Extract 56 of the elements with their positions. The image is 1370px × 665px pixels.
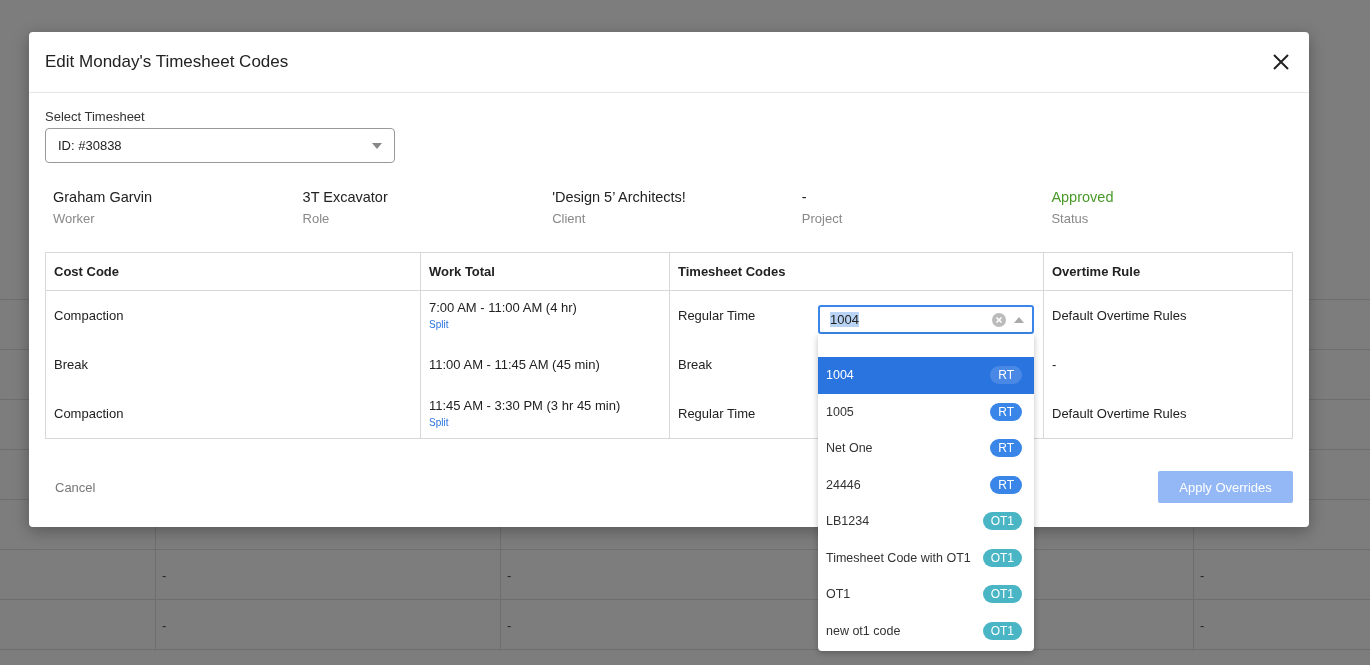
table-cell: Compaction bbox=[54, 308, 124, 323]
code-select[interactable]: 1004 bbox=[818, 305, 1034, 334]
table-cell: - bbox=[155, 600, 500, 651]
table-cell-text: 7:00 AM - 11:00 AM (4 hr) bbox=[429, 300, 578, 315]
column-header: Timesheet Codes bbox=[669, 252, 1044, 291]
detail-value: Graham Garvin bbox=[53, 189, 154, 205]
detail-label: Worker bbox=[53, 211, 96, 226]
code-tag: RT bbox=[990, 439, 1022, 458]
detail-label: Client bbox=[552, 211, 587, 226]
table-cell: Break bbox=[54, 357, 88, 372]
code-tag: RT bbox=[990, 475, 1022, 494]
dialog-title: Edit Monday's Timesheet Codes bbox=[45, 52, 289, 72]
table-cell: Default Overtime Rules bbox=[1052, 406, 1187, 421]
detail-value: 'Design 5’ Architects! bbox=[552, 189, 687, 205]
cancel-button[interactable]: Cancel bbox=[55, 479, 96, 495]
table-cell-text: 11:00 AM - 11:45 AM (45 min) bbox=[429, 357, 601, 372]
table-cell: - bbox=[1193, 600, 1370, 651]
dropdown-option[interactable]: 24446 RT bbox=[818, 466, 1034, 503]
code-tag: RT bbox=[990, 366, 1022, 385]
column-header: Work Total bbox=[420, 252, 670, 291]
table-cell: Compaction bbox=[54, 406, 124, 421]
code-tag: OT1 bbox=[982, 512, 1022, 531]
caret-icon bbox=[372, 142, 382, 149]
split-link[interactable]: Split bbox=[429, 417, 449, 428]
dropdown-option[interactable]: Timesheet Code with OT1 OT1 bbox=[818, 539, 1034, 576]
code-tag: OT1 bbox=[982, 548, 1022, 567]
caret-icon bbox=[1014, 316, 1024, 323]
table-cell: - bbox=[1052, 357, 1057, 372]
column-header: Cost Code bbox=[45, 252, 421, 291]
close-icon[interactable] bbox=[1273, 54, 1289, 70]
dropdown-option[interactable]: 1005 RT bbox=[818, 393, 1034, 430]
dropdown-option[interactable]: 1004 RT bbox=[818, 357, 1034, 394]
detail-value: Approved bbox=[1051, 189, 1115, 205]
table-cell-text: 11:45 AM - 3:30 PM (3 hr 45 min) bbox=[429, 398, 622, 413]
code-tag: RT bbox=[990, 402, 1022, 421]
code-tag: OT1 bbox=[982, 585, 1022, 604]
detail-label: Project bbox=[801, 211, 844, 226]
dropdown-option[interactable]: OT1 OT1 bbox=[818, 576, 1034, 613]
detail-label: Role bbox=[302, 211, 331, 226]
detail-label: Status bbox=[1051, 211, 1090, 226]
dropdown-option[interactable]: Net One RT bbox=[818, 430, 1034, 467]
column-header: Overtime Rule bbox=[1043, 252, 1293, 291]
table-cell: Break bbox=[678, 357, 712, 372]
table-cell: Default Overtime Rules bbox=[1052, 308, 1187, 323]
field-label: Select Timesheet bbox=[45, 109, 146, 124]
detail-value: - bbox=[801, 189, 808, 205]
table-cell: Regular Time bbox=[678, 308, 756, 323]
detail-value: 3T Excavator bbox=[302, 189, 389, 205]
code-tag: OT1 bbox=[982, 621, 1022, 640]
table-cell: - bbox=[155, 550, 500, 601]
split-link[interactable]: Split bbox=[429, 319, 449, 330]
table-cell: Regular Time bbox=[678, 406, 756, 421]
table-cell: - bbox=[1193, 550, 1370, 601]
dropdown-option[interactable]: new ot1 code OT1 bbox=[818, 612, 1034, 649]
timesheet-select[interactable]: ID: #30838 bbox=[45, 128, 395, 163]
dropdown-option[interactable]: LB1234 OT1 bbox=[818, 503, 1034, 540]
